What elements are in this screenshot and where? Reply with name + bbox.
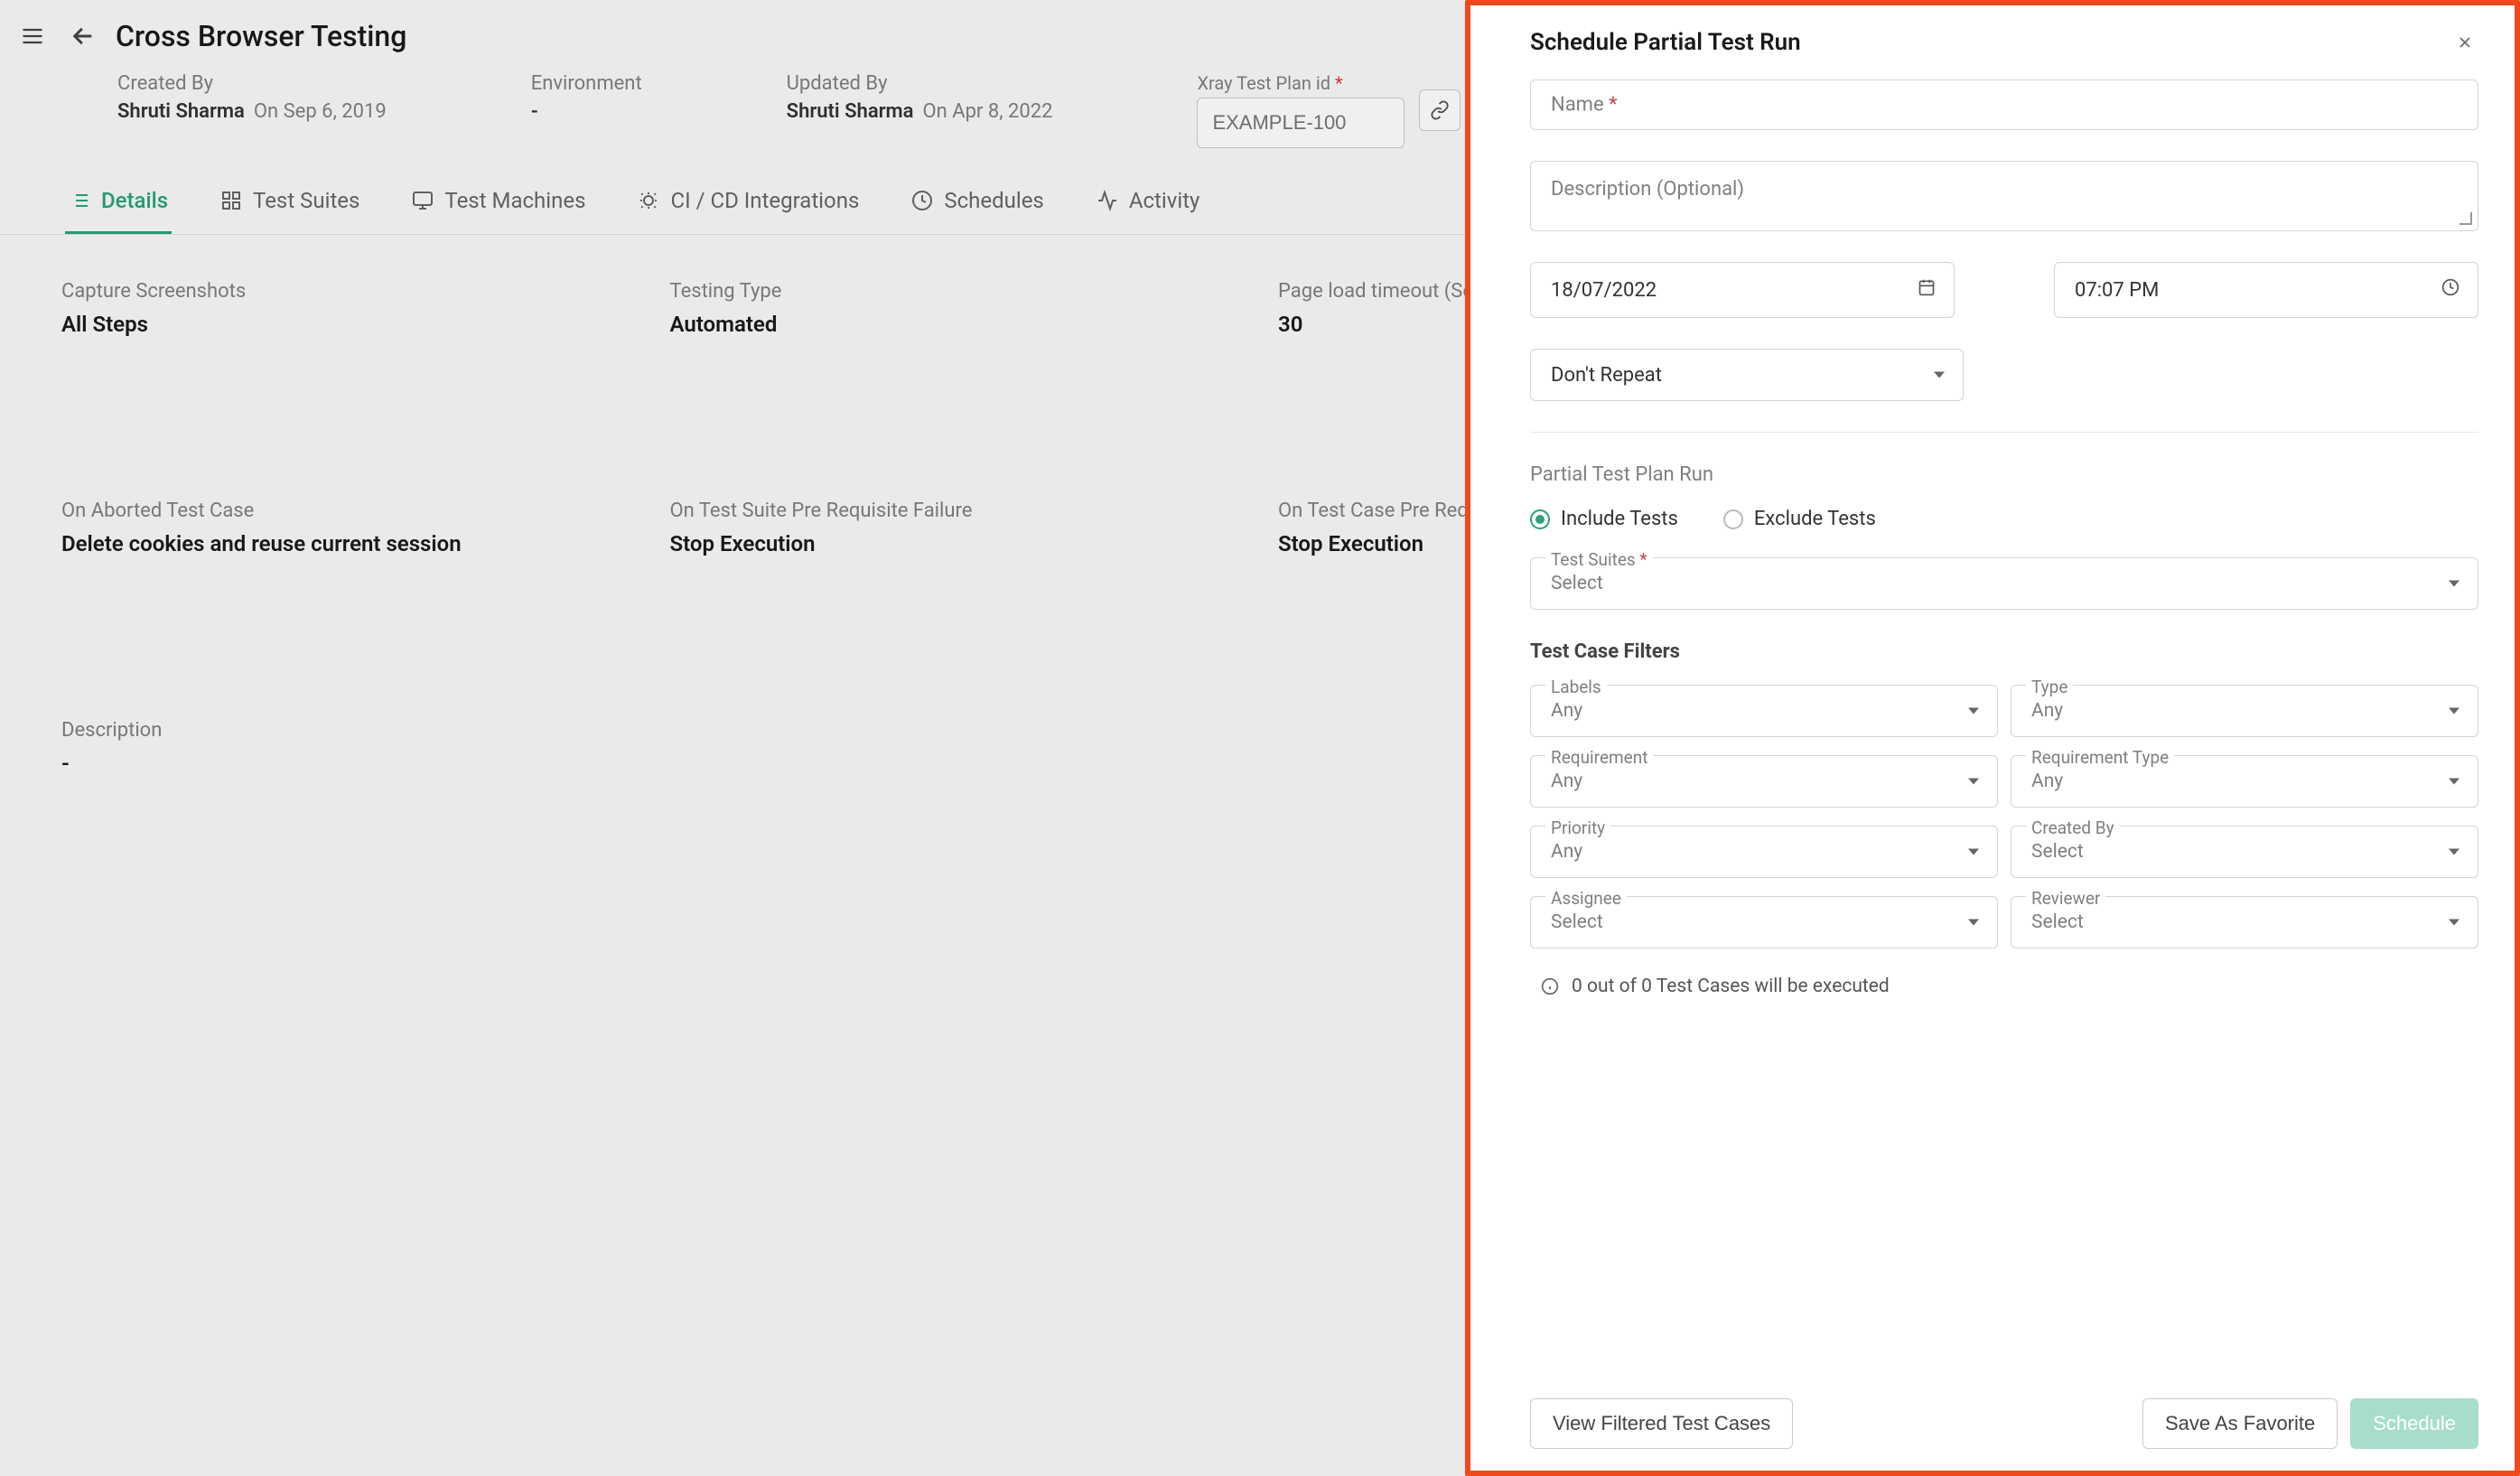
filters-grid: Labels Any Type Any Requirement Any Requ… (1530, 685, 2478, 948)
detail-cell: On Aborted Test CaseDelete cookies and r… (61, 500, 634, 556)
info-text: 0 out of 0 Test Cases will be executed (1572, 976, 1890, 997)
save-as-favorite-button[interactable]: Save As Favorite (2142, 1398, 2338, 1449)
tab-label: Test Suites (253, 188, 359, 213)
detail-cell: Testing TypeAutomated (670, 280, 1243, 337)
tab-label: CI / CD Integrations (670, 188, 859, 213)
caret-down-icon (1968, 708, 1979, 715)
caret-down-icon (1934, 372, 1945, 378)
tab-details[interactable]: Details (65, 170, 172, 234)
caret-down-icon (2449, 849, 2459, 855)
meta-created-by: Created By Shruti Sharma On Sep 6, 2019 (117, 72, 387, 123)
time-value: 07:07 PM (2075, 279, 2159, 302)
description-textarea[interactable]: Description (Optional) (1530, 161, 2478, 231)
exclude-tests-radio[interactable]: Exclude Tests (1723, 508, 1876, 530)
link-button[interactable] (1419, 89, 1461, 131)
name-input-label: Name (1551, 94, 1604, 117)
xray-label: Xray Test Plan id (1197, 72, 1330, 94)
created-by-name: Shruti Sharma (117, 100, 245, 123)
panel-header: Schedule Partial Test Run (1470, 5, 2515, 79)
tab-label: Test Machines (444, 188, 585, 213)
tab-ci-cd[interactable]: CI / CD Integrations (634, 170, 863, 234)
tab-schedules[interactable]: Schedules (908, 170, 1047, 234)
priority-filter[interactable]: Priority Any (1530, 826, 1998, 878)
detail-cell: On Test Suite Pre Requisite FailureStop … (670, 500, 1243, 556)
execution-count-info: 0 out of 0 Test Cases will be executed (1530, 976, 2478, 997)
meta-label: Updated By (787, 72, 1053, 95)
labels-filter[interactable]: Labels Any (1530, 685, 1998, 737)
caret-down-icon (1968, 779, 1979, 785)
include-label: Include Tests (1561, 508, 1678, 530)
test-suites-label: Test Suites (1551, 549, 1636, 570)
caret-down-icon (2449, 920, 2459, 926)
xray-block: Xray Test Plan id * (1197, 72, 1461, 148)
info-icon (1541, 977, 1559, 995)
updated-by-name: Shruti Sharma (787, 100, 914, 123)
view-filtered-test-cases-button[interactable]: View Filtered Test Cases (1530, 1398, 1793, 1449)
test-suites-value: Select (1551, 573, 1603, 594)
panel-body: Name * Description (Optional) 18/07/2022… (1470, 79, 2515, 1380)
description-label: Description (Optional) (1551, 178, 1744, 201)
tab-test-suites[interactable]: Test Suites (217, 170, 363, 234)
assignee-filter[interactable]: Assignee Select (1530, 896, 1998, 948)
required-star: * (1609, 94, 1617, 117)
created-by-filter[interactable]: Created By Select (2011, 826, 2478, 878)
date-input[interactable]: 18/07/2022 (1530, 262, 1955, 318)
xray-test-plan-input[interactable] (1197, 98, 1405, 148)
schedule-button[interactable]: Schedule (2350, 1398, 2478, 1449)
updated-by-date: On Apr 8, 2022 (922, 100, 1052, 123)
repeat-value: Don't Repeat (1551, 364, 1662, 387)
detail-cell: Description- (61, 719, 634, 776)
date-value: 18/07/2022 (1551, 279, 1657, 302)
required-star: * (1335, 72, 1343, 94)
tab-activity[interactable]: Activity (1093, 170, 1204, 234)
clock-icon (2441, 278, 2459, 302)
meta-environment: Environment - (531, 72, 642, 123)
panel-title: Schedule Partial Test Run (1530, 29, 1801, 56)
caret-down-icon (1968, 920, 1979, 926)
type-filter[interactable]: Type Any (2011, 685, 2478, 737)
environment-value: - (531, 100, 538, 123)
detail-cell: Capture ScreenshotsAll Steps (61, 280, 634, 337)
page-title: Cross Browser Testing (116, 19, 406, 53)
tab-label: Schedules (944, 188, 1043, 213)
tab-label: Activity (1129, 188, 1200, 213)
calendar-icon (1918, 278, 1936, 302)
requirement-type-filter[interactable]: Requirement Type Any (2011, 755, 2478, 808)
close-button[interactable] (2451, 29, 2478, 56)
radio-unchecked-icon (1723, 509, 1743, 529)
panel-footer: View Filtered Test Cases Save As Favorit… (1470, 1380, 2515, 1471)
requirement-filter[interactable]: Requirement Any (1530, 755, 1998, 808)
caret-down-icon (2449, 708, 2459, 715)
test-suites-select[interactable]: Test Suites * Select (1530, 557, 2478, 610)
meta-label: Created By (117, 72, 387, 95)
created-by-date: On Sep 6, 2019 (254, 100, 387, 123)
tab-label: Details (101, 188, 168, 213)
schedule-partial-test-run-panel: Schedule Partial Test Run Name * Descrip… (1465, 0, 2520, 1476)
repeat-select[interactable]: Don't Repeat (1530, 349, 1964, 401)
meta-updated-by: Updated By Shruti Sharma On Apr 8, 2022 (787, 72, 1053, 123)
reviewer-filter[interactable]: Reviewer Select (2011, 896, 2478, 948)
caret-down-icon (1968, 849, 1979, 855)
meta-label: Environment (531, 72, 642, 95)
caret-down-icon (2449, 581, 2459, 587)
filters-heading: Test Case Filters (1530, 640, 2478, 663)
include-exclude-radio-group: Include Tests Exclude Tests (1530, 508, 2478, 530)
time-input[interactable]: 07:07 PM (2054, 262, 2478, 318)
back-arrow-icon[interactable] (65, 18, 101, 54)
tab-test-machines[interactable]: Test Machines (408, 170, 589, 234)
required-star: * (1639, 549, 1647, 570)
exclude-label: Exclude Tests (1754, 508, 1876, 530)
partial-heading: Partial Test Plan Run (1530, 463, 2478, 486)
caret-down-icon (2449, 779, 2459, 785)
name-input[interactable]: Name * (1530, 79, 2478, 130)
hamburger-icon[interactable] (14, 18, 51, 54)
include-tests-radio[interactable]: Include Tests (1530, 508, 1678, 530)
divider (1530, 432, 2478, 433)
radio-checked-icon (1530, 509, 1550, 529)
